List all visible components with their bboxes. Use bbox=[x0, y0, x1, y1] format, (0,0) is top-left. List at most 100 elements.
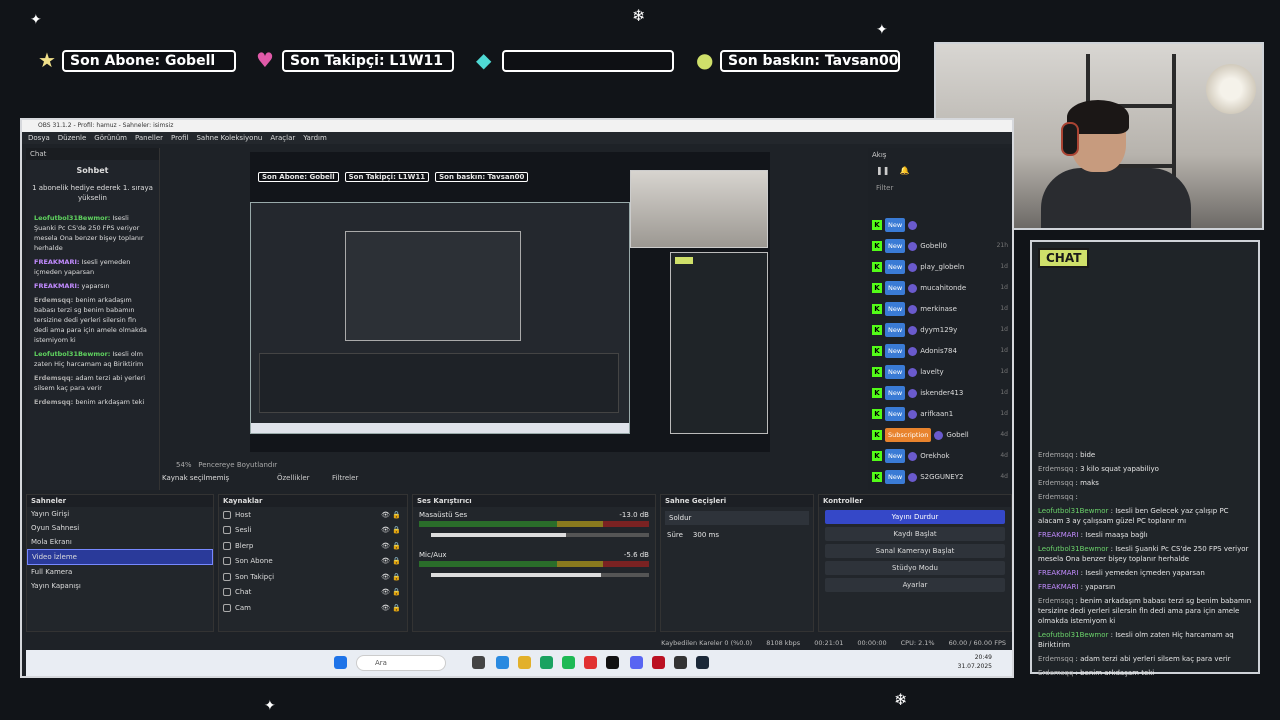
eye-icon[interactable]: 👁 🔒 bbox=[381, 588, 401, 596]
menu-item[interactable]: Profil bbox=[171, 132, 188, 144]
source-item[interactable]: Son Abone 👁 🔒 bbox=[219, 554, 407, 570]
control-button[interactable]: Stüdyo Modu bbox=[825, 561, 1005, 575]
avatar bbox=[908, 283, 918, 293]
feed-username: Gobell0 bbox=[920, 242, 947, 250]
chat-text: : bide bbox=[1073, 451, 1096, 459]
controls-title: Kontroller bbox=[819, 495, 1011, 507]
avatar bbox=[908, 451, 918, 461]
menu-item[interactable]: Sahne Koleksiyonu bbox=[196, 132, 262, 144]
duration-input[interactable]: 300 ms bbox=[693, 531, 719, 539]
source-item[interactable]: Son Takipçi 👁 🔒 bbox=[219, 569, 407, 585]
transition-select[interactable]: Soldur bbox=[665, 511, 809, 525]
app-icon[interactable] bbox=[472, 656, 485, 669]
source-name: Son Takipçi bbox=[235, 572, 275, 581]
empty-badge bbox=[502, 50, 674, 72]
control-button[interactable]: Sanal Kamerayı Başlat bbox=[825, 544, 1005, 558]
edge-icon[interactable] bbox=[540, 656, 553, 669]
chat-line: Erdemsqq : 3 kilo squat yapabiliyo bbox=[1038, 464, 1254, 474]
event-tag: New bbox=[885, 239, 906, 253]
feed-item: K New S2GGUNEY2 4d bbox=[872, 470, 1012, 484]
scene-item[interactable]: Video İzleme bbox=[27, 549, 213, 565]
pause-button[interactable]: ❚❚ 🔔 bbox=[868, 162, 1012, 184]
activity-feed: Akış ❚❚ 🔔 Filter K New K New Gobell0 21h K New p… bbox=[868, 148, 1012, 490]
chat-username: FREAKMARI bbox=[1038, 531, 1079, 539]
chat-line: FREAKMARI : Isesli yemeden içmeden yapar… bbox=[1038, 568, 1254, 578]
volume-slider[interactable] bbox=[431, 573, 649, 577]
chat-username: Leofutbol31Bewmor bbox=[1038, 545, 1109, 553]
menu-item[interactable]: Görünüm bbox=[94, 132, 127, 144]
menu-item[interactable]: Dosya bbox=[28, 132, 50, 144]
source-item[interactable]: Host 👁 🔒 bbox=[219, 507, 407, 523]
stream-preview[interactable]: Son Abone: Gobell Son Takipçi: L1W11 Son… bbox=[250, 152, 770, 452]
eye-icon[interactable]: 👁 🔒 bbox=[381, 557, 401, 565]
chat-line: Erdemsqq : benim arkadaşım babası terzi … bbox=[1038, 596, 1254, 626]
source-item[interactable]: Blerp 👁 🔒 bbox=[219, 538, 407, 554]
scene-item[interactable]: Yayın Girişi bbox=[27, 507, 213, 521]
chat-username[interactable]: FREAKMARI: bbox=[34, 282, 79, 290]
menu-item[interactable]: Yardım bbox=[303, 132, 327, 144]
feed-item: K New play_globeln 1d bbox=[872, 260, 1012, 274]
filter-dropdown[interactable]: Filter bbox=[868, 184, 1012, 192]
chat-username[interactable]: FREAKMARI: bbox=[34, 258, 79, 266]
gift-sub-prompt[interactable]: 1 abonelik hediye ederek 1. sıraya yükse… bbox=[32, 183, 153, 203]
spotify-icon[interactable] bbox=[562, 656, 575, 669]
rec-time: 00:00:00 bbox=[857, 639, 887, 647]
windows-start-icon[interactable] bbox=[334, 656, 347, 669]
control-button[interactable]: Ayarlar bbox=[825, 578, 1005, 592]
steam-icon[interactable] bbox=[696, 656, 709, 669]
channel-db: -5.6 dB bbox=[623, 551, 649, 559]
chat-username[interactable]: Leofutbol31Bewmor: bbox=[34, 350, 110, 358]
feed-item: K New merkinase 1d bbox=[872, 302, 1012, 316]
chat-username[interactable]: Leofutbol31Bewmor: bbox=[34, 214, 110, 222]
folder-icon[interactable] bbox=[518, 656, 531, 669]
eye-icon[interactable]: 👁 🔒 bbox=[381, 526, 401, 534]
eye-icon[interactable]: 👁 🔒 bbox=[381, 542, 401, 550]
scene-item[interactable]: Mola Ekranı bbox=[27, 535, 213, 549]
last-raid-badge: Son baskın: Tavsan00 bbox=[720, 50, 900, 72]
kick-icon: K bbox=[872, 430, 882, 440]
feed-item: K New mucahitonde 1d bbox=[872, 281, 1012, 295]
control-button[interactable]: Kaydı Başlat bbox=[825, 527, 1005, 541]
chat-username[interactable]: Erdemsqq: bbox=[34, 296, 73, 304]
app-icon[interactable] bbox=[496, 656, 509, 669]
taskbar: Ara 20:49 31.07.2025 bbox=[26, 650, 1012, 676]
source-item[interactable]: Sesli 👁 🔒 bbox=[219, 523, 407, 539]
chat-username: Erdemsqq bbox=[1038, 655, 1074, 663]
zoom-level[interactable]: 54% Pencereye Boyutlandır bbox=[176, 461, 277, 469]
kick-icon: K bbox=[872, 367, 882, 377]
taskbar-search[interactable]: Ara bbox=[356, 655, 446, 671]
menu-item[interactable]: Paneller bbox=[135, 132, 163, 144]
volume-slider[interactable] bbox=[431, 533, 649, 537]
source-item[interactable]: Cam 👁 🔒 bbox=[219, 600, 407, 616]
eye-icon[interactable]: 👁 🔒 bbox=[381, 511, 401, 519]
kick-icon: K bbox=[872, 283, 882, 293]
eye-icon[interactable]: 👁 🔒 bbox=[381, 604, 401, 612]
menu-item[interactable]: Araçlar bbox=[270, 132, 295, 144]
chat-line: Erdemsqq : adam terzi abi yerleri silsem… bbox=[1038, 654, 1254, 664]
scene-item[interactable]: Oyun Sahnesi bbox=[27, 521, 213, 535]
event-tag: Subscription bbox=[885, 428, 932, 442]
chat-username[interactable]: Erdemsqq: bbox=[34, 374, 73, 382]
scene-item[interactable]: Yayın Kapanışı bbox=[27, 579, 213, 593]
preview-sub-badge: Son Abone: Gobell bbox=[258, 172, 339, 182]
chat-text: : Isesli maaşa bağlı bbox=[1078, 531, 1148, 539]
obs-icon[interactable] bbox=[674, 656, 687, 669]
chat-username[interactable]: Erdemsqq: bbox=[34, 398, 73, 406]
menu-item[interactable]: Düzenle bbox=[58, 132, 87, 144]
eye-icon[interactable]: 👁 🔒 bbox=[381, 573, 401, 581]
properties-button[interactable]: Özellikler bbox=[277, 474, 310, 482]
opera-icon[interactable] bbox=[584, 656, 597, 669]
app-icon[interactable] bbox=[606, 656, 619, 669]
scenes-dock: Sahneler Yayın Girişi Oyun Sahnesi Mola Ek… bbox=[26, 494, 214, 632]
chat-text: : maks bbox=[1073, 479, 1099, 487]
filters-button[interactable]: Filtreler bbox=[332, 474, 358, 482]
scene-item[interactable]: Full Kamera bbox=[27, 565, 213, 579]
discord-icon[interactable] bbox=[630, 656, 643, 669]
chat-text: : adam terzi abi yerleri silsem kaç para… bbox=[1073, 655, 1231, 663]
control-button[interactable]: Yayını Durdur bbox=[825, 510, 1005, 524]
transitions-dock: Sahne Geçişleri Soldur Süre 300 ms bbox=[660, 494, 814, 632]
app-icon[interactable] bbox=[652, 656, 665, 669]
source-item[interactable]: Chat 👁 🔒 bbox=[219, 585, 407, 601]
feed-username: Adonis784 bbox=[920, 347, 957, 355]
source-type-icon bbox=[223, 572, 231, 581]
